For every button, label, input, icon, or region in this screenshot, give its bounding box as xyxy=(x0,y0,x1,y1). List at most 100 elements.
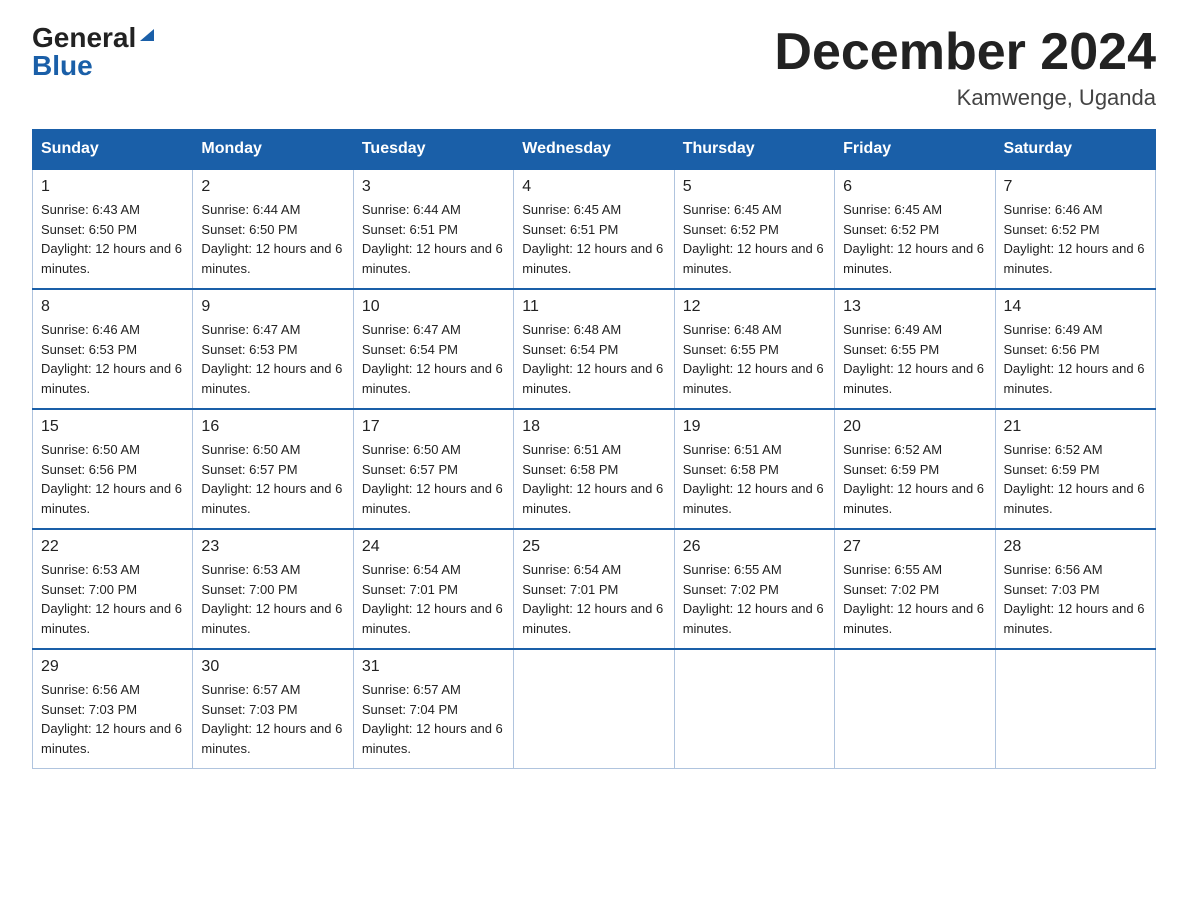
day-number: 12 xyxy=(683,298,826,316)
day-info: Sunrise: 6:53 AMSunset: 7:00 PMDaylight:… xyxy=(41,562,182,636)
day-number: 24 xyxy=(362,538,505,556)
calendar-cell: 16 Sunrise: 6:50 AMSunset: 6:57 PMDaylig… xyxy=(193,409,353,529)
page-header: General Blue December 2024 Kamwenge, Uga… xyxy=(32,24,1156,111)
day-number: 2 xyxy=(201,178,344,196)
calendar-week-row: 29 Sunrise: 6:56 AMSunset: 7:03 PMDaylig… xyxy=(33,649,1156,769)
day-number: 28 xyxy=(1004,538,1147,556)
calendar-cell: 17 Sunrise: 6:50 AMSunset: 6:57 PMDaylig… xyxy=(353,409,513,529)
day-number: 26 xyxy=(683,538,826,556)
calendar-cell: 11 Sunrise: 6:48 AMSunset: 6:54 PMDaylig… xyxy=(514,289,674,409)
calendar-cell: 10 Sunrise: 6:47 AMSunset: 6:54 PMDaylig… xyxy=(353,289,513,409)
calendar-cell: 14 Sunrise: 6:49 AMSunset: 6:56 PMDaylig… xyxy=(995,289,1155,409)
day-number: 25 xyxy=(522,538,665,556)
calendar-cell: 30 Sunrise: 6:57 AMSunset: 7:03 PMDaylig… xyxy=(193,649,353,769)
calendar-cell: 13 Sunrise: 6:49 AMSunset: 6:55 PMDaylig… xyxy=(835,289,995,409)
day-info: Sunrise: 6:56 AMSunset: 7:03 PMDaylight:… xyxy=(1004,562,1145,636)
day-info: Sunrise: 6:48 AMSunset: 6:55 PMDaylight:… xyxy=(683,322,824,396)
day-number: 21 xyxy=(1004,418,1147,436)
logo-blue-text: Blue xyxy=(32,52,93,80)
calendar-week-row: 1 Sunrise: 6:43 AMSunset: 6:50 PMDayligh… xyxy=(33,169,1156,289)
calendar-cell: 12 Sunrise: 6:48 AMSunset: 6:55 PMDaylig… xyxy=(674,289,834,409)
calendar-header-monday: Monday xyxy=(193,130,353,170)
day-info: Sunrise: 6:48 AMSunset: 6:54 PMDaylight:… xyxy=(522,322,663,396)
day-number: 6 xyxy=(843,178,986,196)
calendar-header-tuesday: Tuesday xyxy=(353,130,513,170)
day-number: 30 xyxy=(201,658,344,676)
day-info: Sunrise: 6:55 AMSunset: 7:02 PMDaylight:… xyxy=(683,562,824,636)
day-number: 22 xyxy=(41,538,184,556)
day-info: Sunrise: 6:45 AMSunset: 6:52 PMDaylight:… xyxy=(683,202,824,276)
day-number: 19 xyxy=(683,418,826,436)
day-number: 9 xyxy=(201,298,344,316)
calendar-cell: 9 Sunrise: 6:47 AMSunset: 6:53 PMDayligh… xyxy=(193,289,353,409)
calendar-cell: 29 Sunrise: 6:56 AMSunset: 7:03 PMDaylig… xyxy=(33,649,193,769)
logo: General Blue xyxy=(32,24,156,80)
day-number: 10 xyxy=(362,298,505,316)
day-info: Sunrise: 6:44 AMSunset: 6:50 PMDaylight:… xyxy=(201,202,342,276)
day-info: Sunrise: 6:44 AMSunset: 6:51 PMDaylight:… xyxy=(362,202,503,276)
day-number: 8 xyxy=(41,298,184,316)
calendar-cell: 22 Sunrise: 6:53 AMSunset: 7:00 PMDaylig… xyxy=(33,529,193,649)
calendar-cell: 20 Sunrise: 6:52 AMSunset: 6:59 PMDaylig… xyxy=(835,409,995,529)
day-info: Sunrise: 6:46 AMSunset: 6:53 PMDaylight:… xyxy=(41,322,182,396)
calendar-cell: 15 Sunrise: 6:50 AMSunset: 6:56 PMDaylig… xyxy=(33,409,193,529)
calendar-cell: 19 Sunrise: 6:51 AMSunset: 6:58 PMDaylig… xyxy=(674,409,834,529)
month-title: December 2024 xyxy=(774,24,1156,81)
day-number: 1 xyxy=(41,178,184,196)
logo-general-text: General xyxy=(32,24,136,52)
day-info: Sunrise: 6:51 AMSunset: 6:58 PMDaylight:… xyxy=(683,442,824,516)
calendar-cell: 24 Sunrise: 6:54 AMSunset: 7:01 PMDaylig… xyxy=(353,529,513,649)
location: Kamwenge, Uganda xyxy=(774,85,1156,111)
day-info: Sunrise: 6:51 AMSunset: 6:58 PMDaylight:… xyxy=(522,442,663,516)
day-number: 27 xyxy=(843,538,986,556)
calendar-cell xyxy=(674,649,834,769)
calendar-cell: 1 Sunrise: 6:43 AMSunset: 6:50 PMDayligh… xyxy=(33,169,193,289)
calendar-header-thursday: Thursday xyxy=(674,130,834,170)
calendar-header-saturday: Saturday xyxy=(995,130,1155,170)
day-number: 23 xyxy=(201,538,344,556)
day-number: 14 xyxy=(1004,298,1147,316)
day-number: 18 xyxy=(522,418,665,436)
day-number: 11 xyxy=(522,298,665,316)
day-number: 4 xyxy=(522,178,665,196)
calendar-cell: 25 Sunrise: 6:54 AMSunset: 7:01 PMDaylig… xyxy=(514,529,674,649)
calendar-header-sunday: Sunday xyxy=(33,130,193,170)
day-number: 31 xyxy=(362,658,505,676)
day-info: Sunrise: 6:55 AMSunset: 7:02 PMDaylight:… xyxy=(843,562,984,636)
day-info: Sunrise: 6:49 AMSunset: 6:55 PMDaylight:… xyxy=(843,322,984,396)
day-number: 15 xyxy=(41,418,184,436)
calendar-cell: 27 Sunrise: 6:55 AMSunset: 7:02 PMDaylig… xyxy=(835,529,995,649)
day-info: Sunrise: 6:57 AMSunset: 7:03 PMDaylight:… xyxy=(201,682,342,756)
calendar-cell: 6 Sunrise: 6:45 AMSunset: 6:52 PMDayligh… xyxy=(835,169,995,289)
day-info: Sunrise: 6:53 AMSunset: 7:00 PMDaylight:… xyxy=(201,562,342,636)
day-number: 5 xyxy=(683,178,826,196)
calendar-cell: 8 Sunrise: 6:46 AMSunset: 6:53 PMDayligh… xyxy=(33,289,193,409)
calendar-cell: 3 Sunrise: 6:44 AMSunset: 6:51 PMDayligh… xyxy=(353,169,513,289)
calendar-cell: 26 Sunrise: 6:55 AMSunset: 7:02 PMDaylig… xyxy=(674,529,834,649)
calendar-header-row: SundayMondayTuesdayWednesdayThursdayFrid… xyxy=(33,130,1156,170)
calendar-cell: 2 Sunrise: 6:44 AMSunset: 6:50 PMDayligh… xyxy=(193,169,353,289)
day-info: Sunrise: 6:45 AMSunset: 6:51 PMDaylight:… xyxy=(522,202,663,276)
day-number: 20 xyxy=(843,418,986,436)
calendar-header-friday: Friday xyxy=(835,130,995,170)
calendar-week-row: 22 Sunrise: 6:53 AMSunset: 7:00 PMDaylig… xyxy=(33,529,1156,649)
title-area: December 2024 Kamwenge, Uganda xyxy=(774,24,1156,111)
day-info: Sunrise: 6:43 AMSunset: 6:50 PMDaylight:… xyxy=(41,202,182,276)
day-number: 7 xyxy=(1004,178,1147,196)
day-number: 13 xyxy=(843,298,986,316)
calendar-week-row: 15 Sunrise: 6:50 AMSunset: 6:56 PMDaylig… xyxy=(33,409,1156,529)
day-info: Sunrise: 6:54 AMSunset: 7:01 PMDaylight:… xyxy=(362,562,503,636)
calendar-cell: 5 Sunrise: 6:45 AMSunset: 6:52 PMDayligh… xyxy=(674,169,834,289)
day-number: 16 xyxy=(201,418,344,436)
calendar-cell xyxy=(514,649,674,769)
calendar-cell: 23 Sunrise: 6:53 AMSunset: 7:00 PMDaylig… xyxy=(193,529,353,649)
calendar-cell: 31 Sunrise: 6:57 AMSunset: 7:04 PMDaylig… xyxy=(353,649,513,769)
calendar-cell: 7 Sunrise: 6:46 AMSunset: 6:52 PMDayligh… xyxy=(995,169,1155,289)
calendar-week-row: 8 Sunrise: 6:46 AMSunset: 6:53 PMDayligh… xyxy=(33,289,1156,409)
day-info: Sunrise: 6:45 AMSunset: 6:52 PMDaylight:… xyxy=(843,202,984,276)
calendar-cell xyxy=(995,649,1155,769)
day-info: Sunrise: 6:49 AMSunset: 6:56 PMDaylight:… xyxy=(1004,322,1145,396)
day-number: 17 xyxy=(362,418,505,436)
day-number: 29 xyxy=(41,658,184,676)
calendar-cell xyxy=(835,649,995,769)
